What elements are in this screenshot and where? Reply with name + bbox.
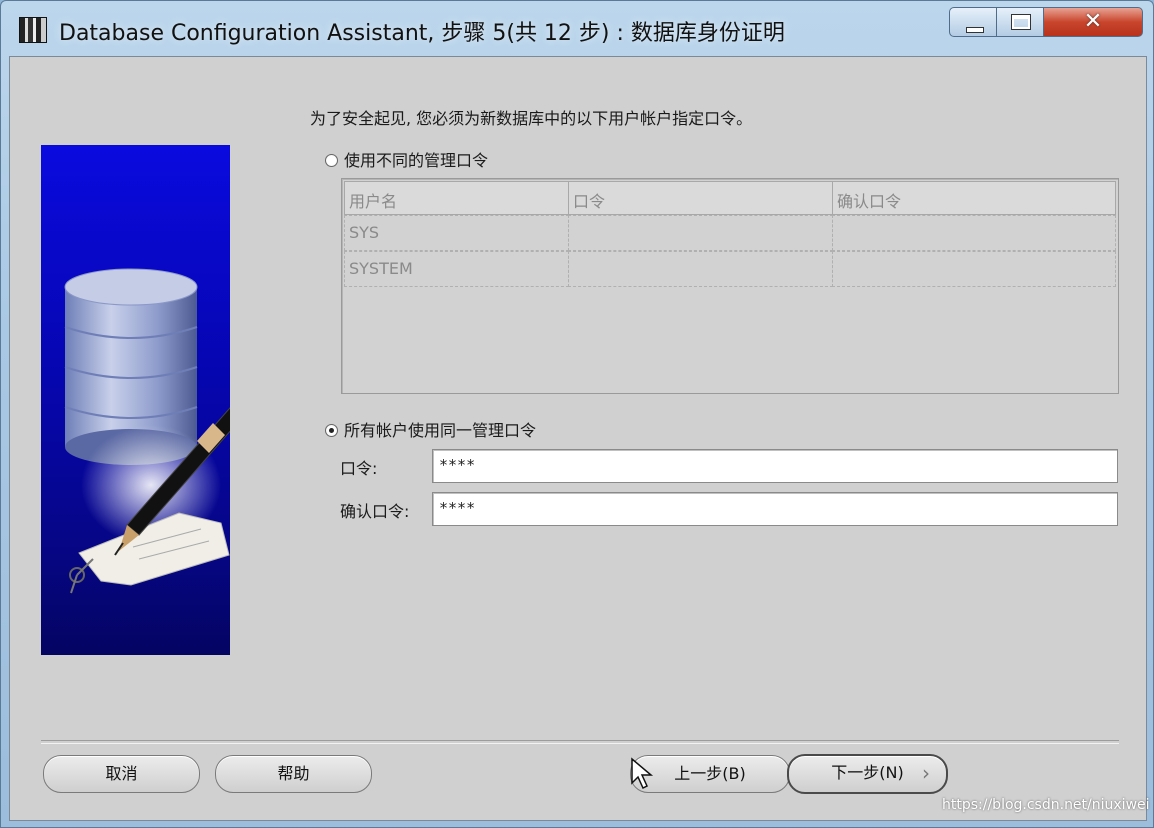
table-row: SYSTEM [344, 251, 1116, 287]
chevron-right-icon: › [922, 761, 930, 785]
table-cell-password [568, 251, 833, 287]
window-title: Database Configuration Assistant, 步骤 5(共… [59, 21, 785, 46]
minimize-button[interactable] [949, 7, 997, 37]
confirm-password-label: 确认口令: [340, 502, 410, 521]
close-icon: ✕ [1083, 9, 1103, 34]
confirm-password-field[interactable]: **** [432, 492, 1118, 526]
next-button-label: 下一步(N) [831, 763, 904, 782]
option-shared-password[interactable]: 所有帐户使用同一管理口令 [325, 417, 536, 441]
user-password-table: 用户名 口令 确认口令 SYS SYSTEM [341, 178, 1119, 394]
mouse-cursor-icon [631, 757, 654, 790]
oracle-app-icon [19, 17, 47, 43]
database-pen-illustration [41, 145, 230, 655]
radio-shared[interactable] [325, 424, 338, 437]
column-header-username: 用户名 [344, 181, 569, 215]
password-field[interactable]: **** [432, 449, 1118, 483]
radio-individual[interactable] [325, 154, 338, 167]
column-header-password: 口令 [568, 181, 833, 215]
table-cell-confirm [832, 215, 1116, 251]
minimize-icon [966, 27, 984, 33]
watermark-text: https://blog.csdn.net/niuxiwei [942, 797, 1150, 813]
option-individual-label: 使用不同的管理口令 [344, 151, 489, 170]
title-bar[interactable]: Database Configuration Assistant, 步骤 5(共… [1, 1, 1153, 57]
help-button[interactable]: 帮助 [215, 755, 372, 793]
dca-window: Database Configuration Assistant, 步骤 5(共… [0, 0, 1154, 828]
table-header: 用户名 口令 确认口令 [344, 181, 1116, 215]
close-button[interactable]: ✕ [1043, 7, 1143, 37]
next-button[interactable]: 下一步(N) › [787, 754, 948, 794]
intro-text: 为了安全起见, 您必须为新数据库中的以下用户帐户指定口令。 [310, 109, 753, 128]
footer-separator [41, 740, 1119, 744]
maximize-icon [1011, 14, 1031, 30]
table-cell-username: SYSTEM [344, 251, 569, 287]
maximize-button[interactable] [996, 7, 1044, 37]
table-row: SYS [344, 215, 1116, 251]
table-cell-password [568, 215, 833, 251]
password-label: 口令: [340, 459, 378, 478]
table-cell-confirm [832, 251, 1116, 287]
window-controls: ✕ [949, 7, 1143, 39]
column-header-confirm: 确认口令 [832, 181, 1116, 215]
dialog-client-area: 为了安全起见, 您必须为新数据库中的以下用户帐户指定口令。 使用不同的管理口令 … [9, 56, 1147, 821]
database-pen-illustration-svg [64, 268, 230, 594]
option-individual-passwords[interactable]: 使用不同的管理口令 [325, 147, 488, 171]
cancel-button[interactable]: 取消 [43, 755, 200, 793]
back-button-label: 上一步(B) [674, 764, 746, 783]
table-cell-username: SYS [344, 215, 569, 251]
option-shared-label: 所有帐户使用同一管理口令 [344, 421, 537, 440]
